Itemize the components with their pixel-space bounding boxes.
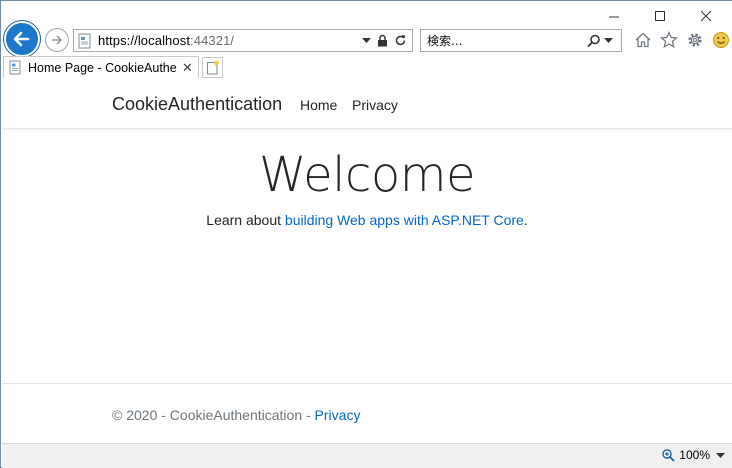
feedback-button[interactable] <box>711 30 731 50</box>
address-bar[interactable]: https://localhost:44321/ <box>73 29 413 52</box>
search-bar[interactable] <box>420 29 622 52</box>
back-arrow-icon <box>13 31 30 47</box>
site-navbar: CookieAuthentication Home Privacy <box>2 79 732 129</box>
nav-link-home[interactable]: Home <box>300 97 337 113</box>
forward-arrow-icon <box>52 35 62 45</box>
site-footer: © 2020 - CookieAuthentication - Privacy <box>2 383 732 443</box>
home-button[interactable] <box>633 30 653 50</box>
smiley-icon <box>713 32 729 48</box>
search-icon[interactable] <box>587 34 601 48</box>
browser-window: https://localhost:44321/ 検索... Home Page… <box>0 0 732 468</box>
site-brand-link[interactable]: CookieAuthentication <box>112 94 282 115</box>
zoom-level: 100% <box>679 448 710 462</box>
search-dropdown-icon[interactable] <box>604 37 613 44</box>
star-icon <box>660 31 678 49</box>
nav-link-privacy[interactable]: Privacy <box>352 97 398 113</box>
zoom-dropdown-icon[interactable] <box>716 453 725 459</box>
tab-home-page[interactable]: Home Page - CookieAuthe... ✕ <box>3 56 199 78</box>
search-actions <box>587 34 621 48</box>
zoom-icon <box>662 448 675 462</box>
refresh-icon[interactable] <box>394 34 407 47</box>
minimize-icon <box>608 16 619 17</box>
address-url[interactable]: https://localhost:44321/ <box>98 33 234 48</box>
close-window-button[interactable] <box>683 5 729 27</box>
new-tab-button[interactable] <box>202 57 223 78</box>
maximize-icon <box>654 10 665 21</box>
maximize-button[interactable] <box>637 5 683 27</box>
search-input[interactable] <box>427 33 577 48</box>
tab-strip: Home Page - CookieAuthe... ✕ <box>1 56 732 79</box>
page-icon <box>78 33 91 48</box>
forward-button[interactable] <box>45 28 69 52</box>
minimize-button[interactable] <box>591 5 637 27</box>
home-icon <box>635 32 651 48</box>
back-button[interactable] <box>4 21 40 57</box>
page-icon <box>9 60 21 75</box>
window-controls <box>591 5 729 27</box>
address-actions <box>362 34 412 47</box>
footer-privacy-link[interactable]: Privacy <box>315 407 361 423</box>
tab-title: Home Page - CookieAuthe... <box>28 60 178 75</box>
new-tab-icon <box>206 60 219 75</box>
favorites-button[interactable] <box>659 30 679 50</box>
lead-prefix: Learn about <box>206 212 285 228</box>
tab-close-icon[interactable]: ✕ <box>182 60 193 76</box>
copyright-text: © 2020 - CookieAuthentication - <box>112 407 315 423</box>
lead-suffix: . <box>523 212 528 228</box>
status-bar: 100% <box>2 443 732 468</box>
close-icon <box>700 10 711 21</box>
address-dropdown-icon[interactable] <box>362 37 371 44</box>
browser-toolbar <box>633 30 731 50</box>
gear-icon <box>688 33 702 47</box>
settings-button[interactable] <box>685 30 705 50</box>
zoom-control[interactable]: 100% <box>662 448 710 462</box>
web-page: CookieAuthentication Home Privacy Welcom… <box>2 79 732 443</box>
lead-paragraph: Learn about building Web apps with ASP.N… <box>2 212 732 228</box>
footer-text: © 2020 - CookieAuthentication - Privacy <box>112 407 360 423</box>
aspnet-docs-link[interactable]: building Web apps with ASP.NET Core <box>285 212 524 228</box>
page-heading: Welcome <box>258 147 476 203</box>
lock-icon[interactable] <box>377 34 388 47</box>
